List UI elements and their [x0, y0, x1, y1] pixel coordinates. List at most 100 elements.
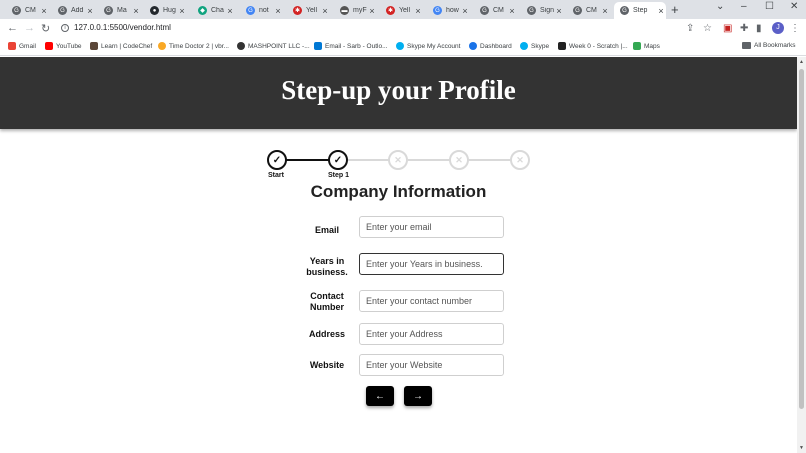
- extension-icon[interactable]: ▣: [723, 23, 732, 34]
- bookmark-outlook[interactable]: Email - Sarb - Outlo...: [314, 42, 388, 50]
- next-button[interactable]: →: [404, 386, 432, 406]
- site-info-icon[interactable]: i: [61, 24, 69, 32]
- step-check-icon: ✓: [267, 150, 287, 170]
- address-label: Address: [308, 329, 345, 339]
- back-icon[interactable]: ←: [7, 22, 18, 34]
- maps-icon: [633, 42, 641, 50]
- tab-close-icon[interactable]: ×: [39, 6, 49, 16]
- arrow-right-icon: →: [413, 390, 423, 402]
- tab-close-icon[interactable]: ×: [656, 6, 666, 16]
- tab-favicon-icon: G: [527, 6, 536, 15]
- tab-close-icon[interactable]: ×: [367, 6, 377, 16]
- tab-close-icon[interactable]: ×: [320, 6, 330, 16]
- all-bookmarks-button[interactable]: All Bookmarks: [742, 42, 796, 49]
- bookmark-time-doctor[interactable]: Time Doctor 2 | vbr...: [158, 42, 229, 50]
- years-in-business-label: Years in business.: [306, 256, 348, 277]
- tab-favicon-icon: ◆: [198, 6, 207, 15]
- step-cross-icon: ✕: [449, 150, 469, 170]
- website-label: Website: [309, 360, 345, 370]
- previous-button[interactable]: ←: [366, 386, 394, 406]
- bookmark-mashpoint[interactable]: MASHPOINT LLC -...: [237, 42, 310, 50]
- tab-close-icon[interactable]: ×: [507, 6, 517, 16]
- bookmarks-bar: Gmail YouTube Learn | CodeChef Time Doct…: [0, 39, 806, 56]
- menu-icon[interactable]: ⋮: [790, 23, 800, 34]
- bookmark-skype-account[interactable]: Skype My Account: [396, 42, 460, 50]
- years-in-business-field[interactable]: [359, 253, 504, 275]
- minimize-icon[interactable]: –: [741, 1, 747, 12]
- browser-tab[interactable]: ◆ Cha ×: [192, 2, 235, 19]
- tab-close-icon[interactable]: ×: [460, 6, 470, 16]
- tab-close-icon[interactable]: ×: [85, 6, 95, 16]
- browser-tab[interactable]: Ghow ×: [427, 2, 470, 19]
- bookmark-maps[interactable]: Maps: [633, 42, 660, 50]
- tab-favicon-icon: G: [480, 6, 489, 15]
- browser-tab[interactable]: ▬ myF ×: [334, 2, 377, 19]
- bookmark-skype[interactable]: Skype: [520, 42, 549, 50]
- url-text[interactable]: 127.0.0.1:5500/vendor.html: [74, 23, 171, 32]
- browser-tab[interactable]: ✱ Yell ×: [380, 2, 423, 19]
- browser-tab[interactable]: Gnot ×: [240, 2, 283, 19]
- tab-favicon-icon: G: [433, 6, 442, 15]
- tab-title: Yell: [306, 7, 318, 14]
- bookmark-dashboard[interactable]: Dashboard: [469, 42, 512, 50]
- arrow-left-icon: ←: [375, 390, 385, 402]
- tab-close-icon[interactable]: ×: [554, 6, 564, 16]
- scrollbar-thumb[interactable]: [799, 69, 804, 409]
- maximize-icon[interactable]: ☐: [765, 1, 774, 12]
- profile-avatar[interactable]: J: [772, 22, 784, 34]
- tab-title: Ma: [117, 7, 127, 14]
- browser-tab[interactable]: G Sign ×: [521, 2, 564, 19]
- step-cross-icon: ✕: [510, 150, 530, 170]
- time-doctor-icon: [158, 42, 166, 50]
- tab-close-icon[interactable]: ×: [131, 6, 141, 16]
- bookmark-gmail[interactable]: Gmail: [8, 42, 36, 50]
- forward-icon[interactable]: →: [24, 22, 35, 34]
- folder-icon: [742, 42, 751, 49]
- browser-tab[interactable]: ● Hug ×: [144, 2, 187, 19]
- bookmark-youtube[interactable]: YouTube: [45, 42, 82, 50]
- browser-tab[interactable]: G CM ×: [474, 2, 517, 19]
- scroll-up-icon[interactable]: ▲: [799, 59, 804, 65]
- tab-favicon-icon: ✱: [386, 6, 395, 15]
- browser-tab-active[interactable]: G Step ×: [614, 2, 666, 19]
- browser-tab[interactable]: ✱ Yell ×: [287, 2, 330, 19]
- bookmark-scratch[interactable]: Week 0 - Scratch |...: [558, 42, 628, 50]
- page-scrollbar[interactable]: ▲ ▼: [797, 57, 806, 453]
- tab-title: Yell: [399, 7, 411, 14]
- share-icon[interactable]: ⇪: [686, 23, 694, 34]
- tab-title: Hug: [163, 7, 176, 14]
- scroll-down-icon[interactable]: ▼: [799, 445, 804, 451]
- side-panel-icon[interactable]: ▮: [756, 23, 762, 34]
- tab-favicon-icon: G: [12, 6, 21, 15]
- close-window-icon[interactable]: ✕: [790, 1, 798, 12]
- tab-close-icon[interactable]: ×: [273, 6, 283, 16]
- tab-close-icon[interactable]: ×: [225, 6, 235, 16]
- address-field[interactable]: [359, 323, 504, 345]
- bookmark-codechef[interactable]: Learn | CodeChef: [90, 42, 152, 50]
- step-cross-icon: ✕: [388, 150, 408, 170]
- browser-tab[interactable]: G CM ×: [567, 2, 610, 19]
- browser-tab[interactable]: G Add ×: [52, 2, 95, 19]
- bookmark-star-icon[interactable]: ☆: [703, 23, 712, 34]
- mashpoint-icon: [237, 42, 245, 50]
- tab-favicon-icon: G: [620, 6, 629, 15]
- tab-title: CM: [25, 7, 36, 14]
- gmail-icon: [8, 42, 16, 50]
- skype-icon: [396, 42, 404, 50]
- email-field[interactable]: [359, 216, 504, 238]
- browser-tab[interactable]: G CM ×: [6, 2, 49, 19]
- tab-close-icon[interactable]: ×: [177, 6, 187, 16]
- new-tab-button[interactable]: +: [671, 2, 679, 17]
- extensions-puzzle-icon[interactable]: ✚: [740, 23, 748, 34]
- address-bar[interactable]: i 127.0.0.1:5500/vendor.html: [55, 21, 715, 37]
- tab-title: how: [446, 7, 459, 14]
- tab-close-icon[interactable]: ×: [600, 6, 610, 16]
- tab-favicon-icon: G: [58, 6, 67, 15]
- tab-search-icon[interactable]: ⌄: [716, 1, 724, 12]
- browser-tab[interactable]: G Ma ×: [98, 2, 141, 19]
- tab-close-icon[interactable]: ×: [413, 6, 423, 16]
- browser-tab-strip: G CM × G Add × G Ma × ● Hug × ◆ Cha × Gnot × ✱ Yell ×…: [0, 0, 806, 19]
- contact-number-field[interactable]: [359, 290, 504, 312]
- website-field[interactable]: [359, 354, 504, 376]
- reload-icon[interactable]: ↻: [41, 22, 50, 35]
